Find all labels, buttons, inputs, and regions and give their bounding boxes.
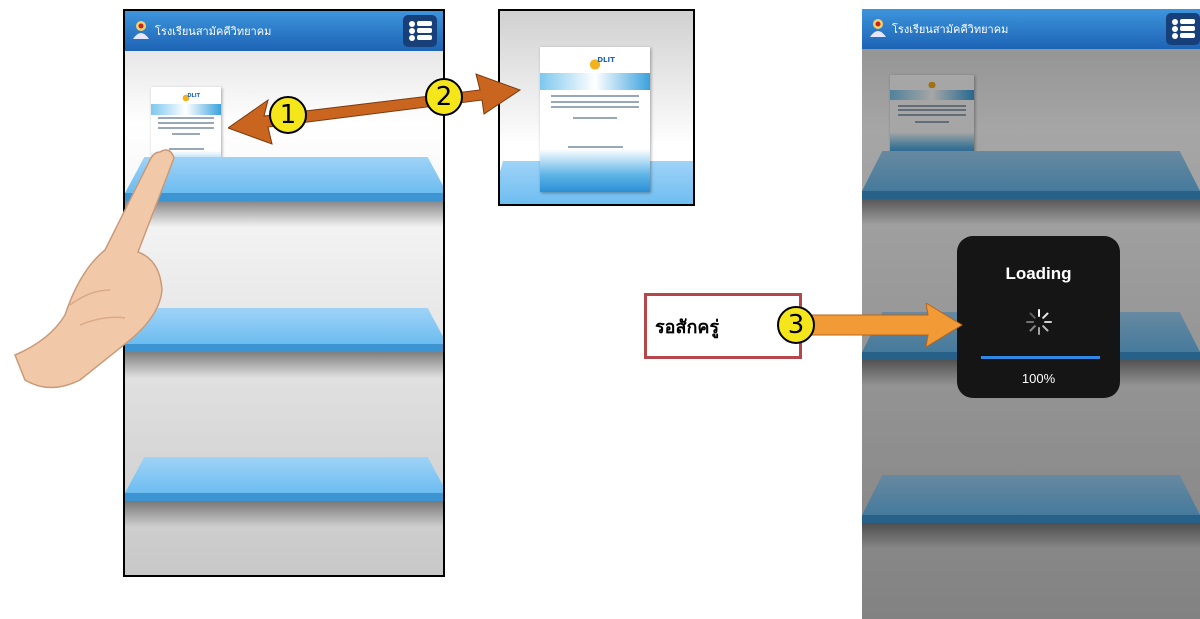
school-logo-icon bbox=[133, 21, 149, 39]
spinner-icon bbox=[1026, 309, 1052, 335]
menu-button[interactable] bbox=[1166, 13, 1200, 45]
cover-logo-text: DLIT bbox=[187, 92, 200, 99]
right-arrow-icon bbox=[800, 303, 963, 347]
ebook-cover-preview[interactable]: DLIT bbox=[540, 47, 650, 192]
loading-dialog: Loading 100% bbox=[957, 236, 1120, 398]
progress-bar bbox=[981, 356, 1100, 359]
loading-title: Loading bbox=[1005, 264, 1072, 283]
step-2-badge: 2 bbox=[425, 78, 463, 116]
app-title: โรงเรียนสามัคคีวิทยาคม bbox=[155, 25, 272, 38]
app-header: โรงเรียนสามัคคีวิทยาคม bbox=[125, 11, 443, 51]
app-title: โรงเรียนสามัคคีวิทยาคม bbox=[892, 23, 1009, 36]
progress-fill bbox=[981, 356, 1100, 359]
school-logo-icon bbox=[870, 19, 886, 37]
wait-label: รอสักครู่ bbox=[655, 316, 720, 338]
cover-logo-text: DLIT bbox=[597, 55, 615, 64]
pointing-hand-icon bbox=[14, 149, 175, 389]
menu-button[interactable] bbox=[403, 15, 437, 47]
step-3-number: 3 bbox=[787, 310, 805, 340]
step-1-badge: 1 bbox=[269, 96, 307, 134]
step-2-number: 2 bbox=[435, 82, 453, 112]
step-3-badge: 3 bbox=[777, 306, 815, 344]
step-1-number: 1 bbox=[279, 100, 297, 130]
progress-percent: 100% bbox=[1021, 371, 1056, 386]
book-preview-panel: DLIT bbox=[498, 9, 695, 206]
app-header: โรงเรียนสามัคคีวิทยาคม bbox=[862, 9, 1200, 49]
